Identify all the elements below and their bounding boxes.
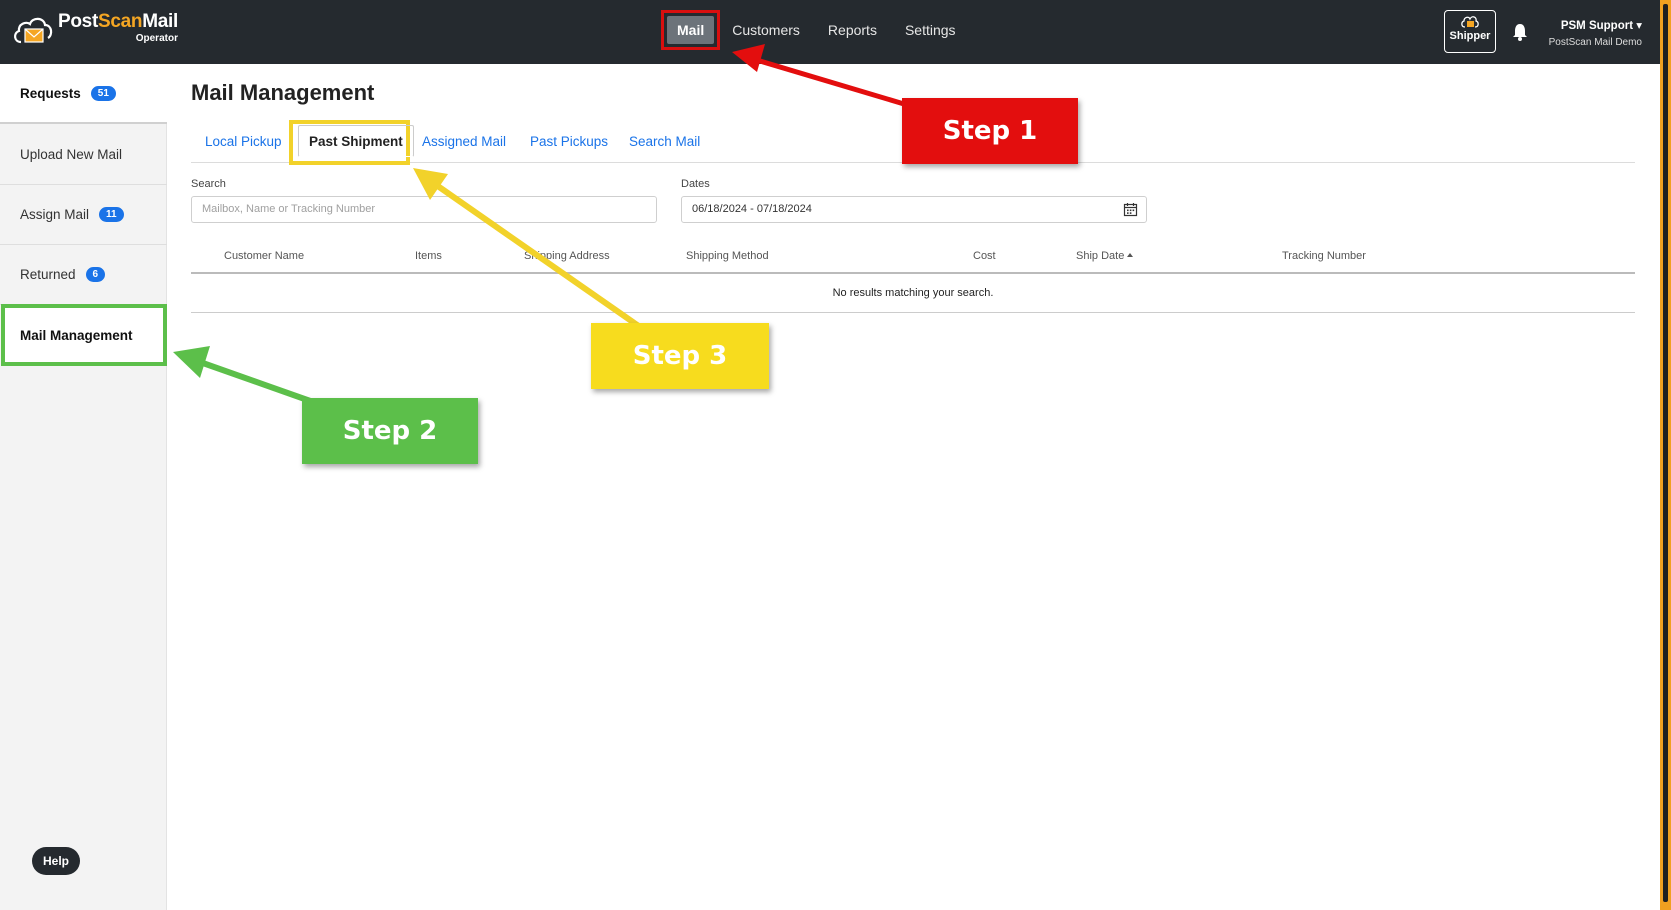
step2-callout: Step 2 [302,398,478,464]
sidebar-item-label: Mail Management [20,327,133,343]
brand-name: PostScanMail [58,11,178,32]
column-shipping-method[interactable]: Shipping Method [686,250,769,262]
sidebar-item-assign-mail[interactable]: Assign Mail 11 [0,185,167,245]
sidebar-item-label: Assign Mail [20,207,90,222]
sidebar: Requests 51 Upload New Mail Assign Mail … [0,64,167,910]
empty-table-message: No results matching your search. [191,274,1635,313]
sidebar-item-label: Returned [20,267,76,282]
step3-callout: Step 3 [591,323,769,389]
sidebar-item-mail-management[interactable]: Mail Management [0,305,167,365]
column-items[interactable]: Items [415,250,442,262]
search-label: Search [191,178,226,190]
count-badge: 11 [99,207,124,222]
sidebar-item-label: Upload New Mail [20,147,123,162]
nav-customers[interactable]: Customers [732,22,800,38]
top-navbar: PostScanMail Operator Mail Customers Rep… [0,0,1660,64]
sidebar-item-label: Requests [20,85,81,101]
date-range-input[interactable]: 06/18/2024 - 07/18/2024 [681,196,1147,223]
sidebar-item-upload-new-mail[interactable]: Upload New Mail [0,125,167,185]
main-navigation: Mail Customers Reports Settings [661,10,984,50]
nav-reports[interactable]: Reports [828,22,877,38]
cloud-package-icon [1461,16,1479,28]
scrollbar[interactable] [1660,0,1671,910]
page-title: Mail Management [191,80,375,105]
column-ship-date-label: Ship Date [1076,250,1125,262]
tab-assigned-mail[interactable]: Assigned Mail [408,121,520,163]
count-badge: 6 [85,267,106,282]
scrollbar-thumb[interactable] [1663,4,1668,902]
tab-local-pickup[interactable]: Local Pickup [191,121,296,163]
tab-search-mail[interactable]: Search Mail [615,121,714,163]
date-range-value: 06/18/2024 - 07/18/2024 [692,203,812,215]
search-input[interactable]: Mailbox, Name or Tracking Number [191,196,657,223]
tab-past-pickups[interactable]: Past Pickups [516,121,622,163]
sort-ascending-icon [1127,253,1134,257]
brand-logo[interactable]: PostScanMail Operator [12,12,178,48]
tab-past-shipment[interactable]: Past Shipment [298,125,414,157]
sidebar-item-returned[interactable]: Returned 6 [0,245,167,305]
sidebar-item-requests[interactable]: Requests 51 [0,64,167,124]
nav-settings[interactable]: Settings [905,22,956,38]
shipper-button[interactable]: Shipper [1444,10,1496,53]
column-customer-name[interactable]: Customer Name [224,250,304,262]
column-tracking-number[interactable]: Tracking Number [1282,250,1366,262]
nav-mail[interactable]: Mail [667,16,715,44]
brand-subtitle: Operator [135,33,178,44]
cloud-mail-logo-icon [14,17,53,44]
dates-label: Dates [681,178,710,190]
step1-callout: Step 1 [902,98,1078,164]
calendar-icon[interactable] [1123,202,1138,217]
column-ship-date[interactable]: Ship Date [1076,250,1134,262]
user-organization: PostScan Mail Demo [1548,37,1642,48]
column-cost[interactable]: Cost [973,250,996,262]
mail-nav-highlight: Mail [661,10,721,50]
table-header: Customer Name Items Shipping Address Shi… [191,242,1635,274]
caret-down-icon: ▾ [1633,20,1642,32]
count-badge: 51 [90,85,116,101]
step2-arrow [173,346,317,406]
shipper-label: Shipper [1449,30,1491,42]
user-menu[interactable]: PSM Support ▾ PostScan Mail Demo [1540,18,1642,48]
column-shipping-address[interactable]: Shipping Address [524,250,610,262]
user-name: PSM Support [1560,20,1634,32]
help-button[interactable]: Help [32,847,80,875]
bell-icon[interactable] [1511,22,1529,42]
